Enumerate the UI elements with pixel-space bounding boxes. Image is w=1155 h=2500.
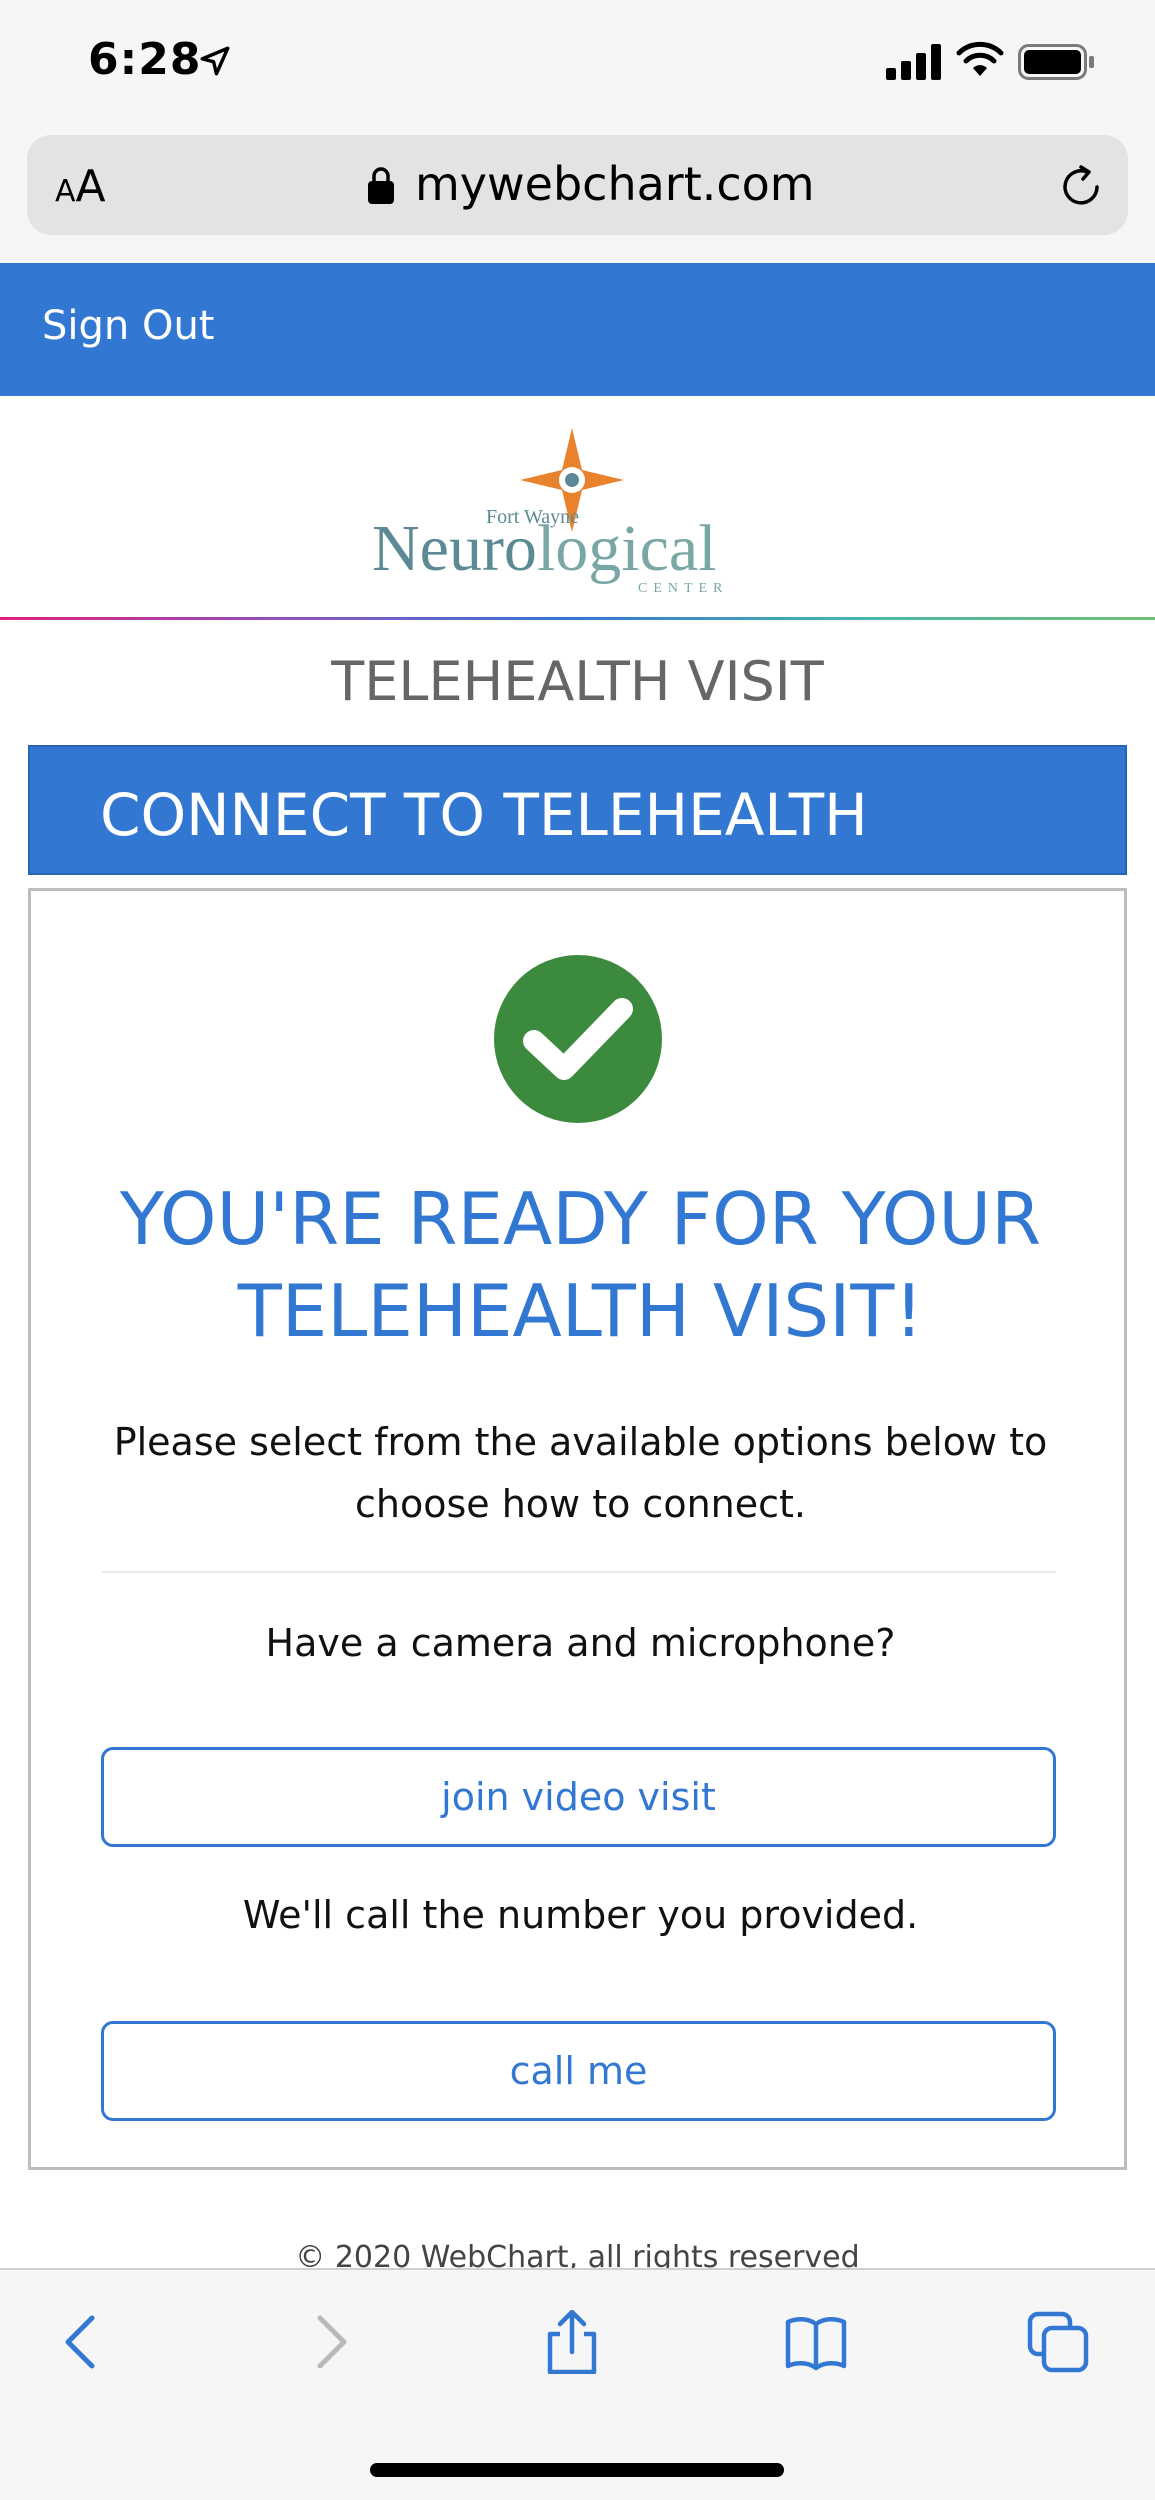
share-icon[interactable]: [540, 2310, 604, 2374]
instructions-text: Please select from the available options…: [113, 1420, 1048, 1526]
signal-icon: [886, 44, 941, 80]
logo-text-main: Neuro: [372, 512, 537, 585]
checkmark-icon: [523, 998, 633, 1080]
lock-icon: [368, 167, 394, 204]
home-indicator: [370, 2463, 784, 2477]
footer-copyright: © 2020 WebChart, all rights reserved: [295, 2240, 860, 2268]
logo-text-main-2: logical: [537, 512, 717, 585]
success-badge: [494, 955, 662, 1123]
status-time: 6:28: [88, 34, 202, 85]
call-me-button[interactable]: call me: [101, 2021, 1056, 2121]
status-bar: 6:28: [0, 0, 1155, 125]
sign-out-link[interactable]: Sign Out: [42, 303, 214, 349]
header-divider: [0, 617, 1155, 620]
call-info-text: We'll call the number you provided.: [242, 1893, 919, 1937]
location-arrow-icon: [200, 46, 230, 76]
forward-icon[interactable]: [296, 2310, 360, 2374]
browser-chrome: AA mywebchart.com: [0, 125, 1155, 263]
url-text: mywebchart.com: [415, 157, 815, 211]
panel-header-title: CONNECT TO TELEHEALTH: [100, 781, 868, 849]
join-video-button[interactable]: join video visit: [101, 1747, 1056, 1847]
back-icon[interactable]: [52, 2310, 116, 2374]
page-title: TELEHEALTH VISIT: [331, 650, 824, 713]
address-bar[interactable]: AA mywebchart.com: [27, 135, 1128, 235]
svg-text:Neurological: Neurological: [372, 512, 717, 585]
tabs-icon[interactable]: [1026, 2310, 1090, 2374]
ready-heading: YOU'RE READY FOR YOUR TELEHEALTH VISIT!: [119, 1177, 1042, 1353]
text-size-button[interactable]: AA: [55, 161, 106, 212]
reload-icon[interactable]: [1057, 163, 1105, 211]
logo-text-sub: CENTER: [638, 581, 728, 596]
camera-question: Have a camera and microphone?: [265, 1621, 896, 1665]
bookmarks-icon[interactable]: [784, 2310, 848, 2374]
connect-panel: YOU'RE READY FOR YOUR TELEHEALTH VISIT! …: [28, 888, 1127, 2170]
top-nav-bar: Sign Out: [0, 263, 1155, 396]
wifi-icon: [956, 41, 1004, 76]
battery-icon: [1018, 44, 1094, 80]
divider: [101, 1571, 1056, 1573]
logo: Fort Wayne Neurological CENTER: [372, 428, 728, 596]
panel-header: CONNECT TO TELEHEALTH: [28, 745, 1127, 875]
